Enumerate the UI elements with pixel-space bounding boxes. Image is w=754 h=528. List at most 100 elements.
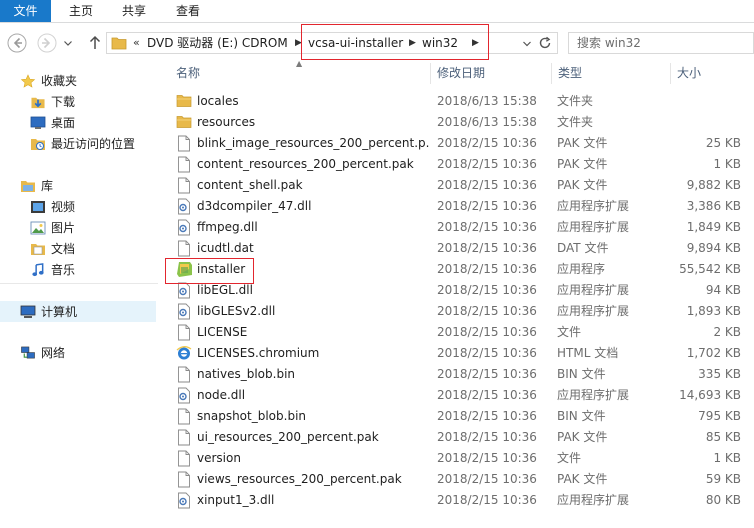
ie-html-icon: [176, 345, 192, 362]
file-row[interactable]: libGLESv2.dll 2018/2/15 10:36 应用程序扩展 1,893 …: [158, 301, 754, 322]
column-header-date[interactable]: 修改日期: [431, 63, 551, 84]
file-date: 2018/2/15 10:36: [437, 409, 537, 423]
file-type: 文件: [557, 325, 582, 339]
file-date: 2018/2/15 10:36: [437, 346, 537, 360]
chevron-down-icon[interactable]: [522, 40, 532, 48]
dll-icon: [176, 198, 192, 215]
column-header-size[interactable]: 大小: [671, 63, 754, 84]
breadcrumb-dvd-drive[interactable]: DVD 驱动器 (E:) CDROM: [147, 33, 288, 53]
dll-icon: [176, 282, 192, 299]
nav-desktop-label: 桌面: [51, 116, 76, 130]
breadcrumb-separator-icon[interactable]: ▶: [472, 33, 479, 53]
recent-locations-button[interactable]: [61, 32, 75, 54]
file-row[interactable]: resources 2018/6/13 15:38 文件夹: [158, 112, 754, 133]
file-row[interactable]: blink_image_resources_200_percent.p... 20…: [158, 133, 754, 154]
forward-button[interactable]: [36, 32, 58, 54]
file-row[interactable]: content_shell.pak 2018/2/15 10:36 PAK 文件 9,…: [158, 175, 754, 196]
nav-network[interactable]: 网络: [0, 343, 158, 363]
breadcrumb-separator-icon[interactable]: ▶: [409, 33, 416, 53]
file-row[interactable]: LICENSES.chromium 2018/2/15 10:36 HTML 文档 1…: [158, 343, 754, 364]
file-row[interactable]: ui_resources_200_percent.pak 2018/2/15 10…: [158, 427, 754, 448]
file-size: 795 KB: [698, 409, 741, 423]
address-row: « DVD 驱动器 (E:) CDROM ▶ vcsa-ui-installer…: [0, 23, 754, 63]
file-icon: [176, 240, 192, 257]
file-size: 59 KB: [705, 472, 741, 486]
nav-favorites[interactable]: 收藏夹: [0, 71, 158, 91]
file-name: node.dll: [197, 388, 246, 402]
back-button[interactable]: [6, 32, 28, 54]
file-row[interactable]: version 2018/2/15 10:36 文件 1 KB: [158, 448, 754, 469]
file-size: 94 KB: [705, 283, 741, 297]
file-name: version: [197, 451, 241, 465]
file-date: 2018/2/15 10:36: [437, 241, 537, 255]
nav-documents[interactable]: 文档: [0, 239, 158, 259]
tab-share[interactable]: 共享: [109, 0, 159, 22]
file-row[interactable]: installer 2018/2/15 10:36 应用程序 55,542 KB: [158, 259, 754, 280]
file-row[interactable]: LICENSE 2018/2/15 10:36 文件 2 KB: [158, 322, 754, 343]
dll-icon: [176, 387, 192, 404]
file-size: 1,893 KB: [686, 304, 741, 318]
column-header-name[interactable]: 名称: [170, 63, 430, 84]
refresh-icon[interactable]: [538, 36, 552, 50]
nav-documents-label: 文档: [51, 242, 76, 256]
file-size: 14,693 KB: [679, 388, 741, 402]
file-size: [671, 112, 741, 133]
nav-libraries[interactable]: 库: [0, 176, 158, 196]
file-row[interactable]: libEGL.dll 2018/2/15 10:36 应用程序扩展 94 KB: [158, 280, 754, 301]
file-size: 85 KB: [705, 430, 741, 444]
file-row[interactable]: natives_blob.bin 2018/2/15 10:36 BIN 文件 335…: [158, 364, 754, 385]
file-name: locales: [197, 94, 239, 108]
tab-view[interactable]: 查看: [163, 0, 213, 22]
file-row[interactable]: ffmpeg.dll 2018/2/15 10:36 应用程序扩展 1,849 KB: [158, 217, 754, 238]
file-date: 2018/2/15 10:36: [437, 472, 537, 486]
nav-music[interactable]: 音乐: [0, 260, 158, 280]
breadcrumb-overflow[interactable]: «: [133, 33, 140, 53]
file-row[interactable]: icudtl.dat 2018/2/15 10:36 DAT 文件 9,894 KB: [158, 238, 754, 259]
file-row[interactable]: snapshot_blob.bin 2018/2/15 10:36 BIN 文件 79…: [158, 406, 754, 427]
file-date: 2018/2/15 10:36: [437, 178, 537, 192]
file-type: BIN 文件: [557, 367, 606, 381]
tab-file[interactable]: 文件: [0, 0, 51, 22]
up-button[interactable]: [84, 32, 106, 54]
nav-recent-places[interactable]: 最近访问的位置: [0, 134, 158, 154]
file-type: 应用程序扩展: [557, 493, 630, 507]
file-name: ffmpeg.dll: [197, 220, 258, 234]
installer-icon: [176, 261, 192, 278]
column-header-type[interactable]: 类型: [552, 63, 670, 84]
nav-computer[interactable]: 计算机: [0, 301, 156, 322]
file-size: 1,849 KB: [686, 220, 741, 234]
file-row[interactable]: locales 2018/6/13 15:38 文件夹: [158, 91, 754, 112]
tab-home[interactable]: 主页: [55, 0, 107, 22]
search-input[interactable]: [577, 34, 727, 52]
music-note-icon: [32, 263, 44, 277]
file-type: 文件: [557, 451, 582, 465]
video-icon: [31, 201, 45, 213]
file-type: PAK 文件: [557, 136, 608, 150]
file-list: ▲ 名称 修改日期 类型 大小 locales 2018/6/13 15:38 文件…: [158, 59, 754, 528]
file-type: 应用程序扩展: [557, 283, 630, 297]
file-name: LICENSES.chromium: [197, 346, 320, 360]
file-date: 2018/2/15 10:36: [437, 304, 537, 318]
file-row[interactable]: d3dcompiler_47.dll 2018/2/15 10:36 应用程序扩展 3…: [158, 196, 754, 217]
breadcrumb-vcsa-ui-installer[interactable]: vcsa-ui-installer: [308, 33, 403, 53]
breadcrumb-separator-icon[interactable]: ▶: [295, 33, 302, 53]
forward-arrow-icon: [37, 33, 57, 53]
nav-pictures[interactable]: 图片: [0, 218, 158, 238]
nav-desktop[interactable]: 桌面: [0, 113, 158, 133]
nav-music-label: 音乐: [51, 263, 76, 277]
file-type: 应用程序扩展: [557, 388, 630, 402]
file-size: 1 KB: [713, 451, 741, 465]
nav-videos[interactable]: 视频: [0, 197, 158, 217]
nav-network-label: 网络: [41, 346, 66, 360]
file-row[interactable]: xinput1_3.dll 2018/2/15 10:36 应用程序扩展 80 KB: [158, 490, 754, 511]
folder-icon: [176, 114, 192, 131]
file-name: resources: [197, 115, 256, 129]
nav-downloads[interactable]: 下载: [0, 92, 158, 112]
breadcrumb-win32[interactable]: win32: [422, 33, 458, 53]
file-row[interactable]: content_resources_200_percent.pak 2018/2/…: [158, 154, 754, 175]
file-row[interactable]: node.dll 2018/2/15 10:36 应用程序扩展 14,693 KB: [158, 385, 754, 406]
address-bar[interactable]: « DVD 驱动器 (E:) CDROM ▶ vcsa-ui-installer…: [106, 32, 558, 54]
file-name: icudtl.dat: [197, 241, 254, 255]
file-icon: [176, 156, 192, 173]
file-row[interactable]: views_resources_200_percent.pak 2018/2/15…: [158, 469, 754, 490]
